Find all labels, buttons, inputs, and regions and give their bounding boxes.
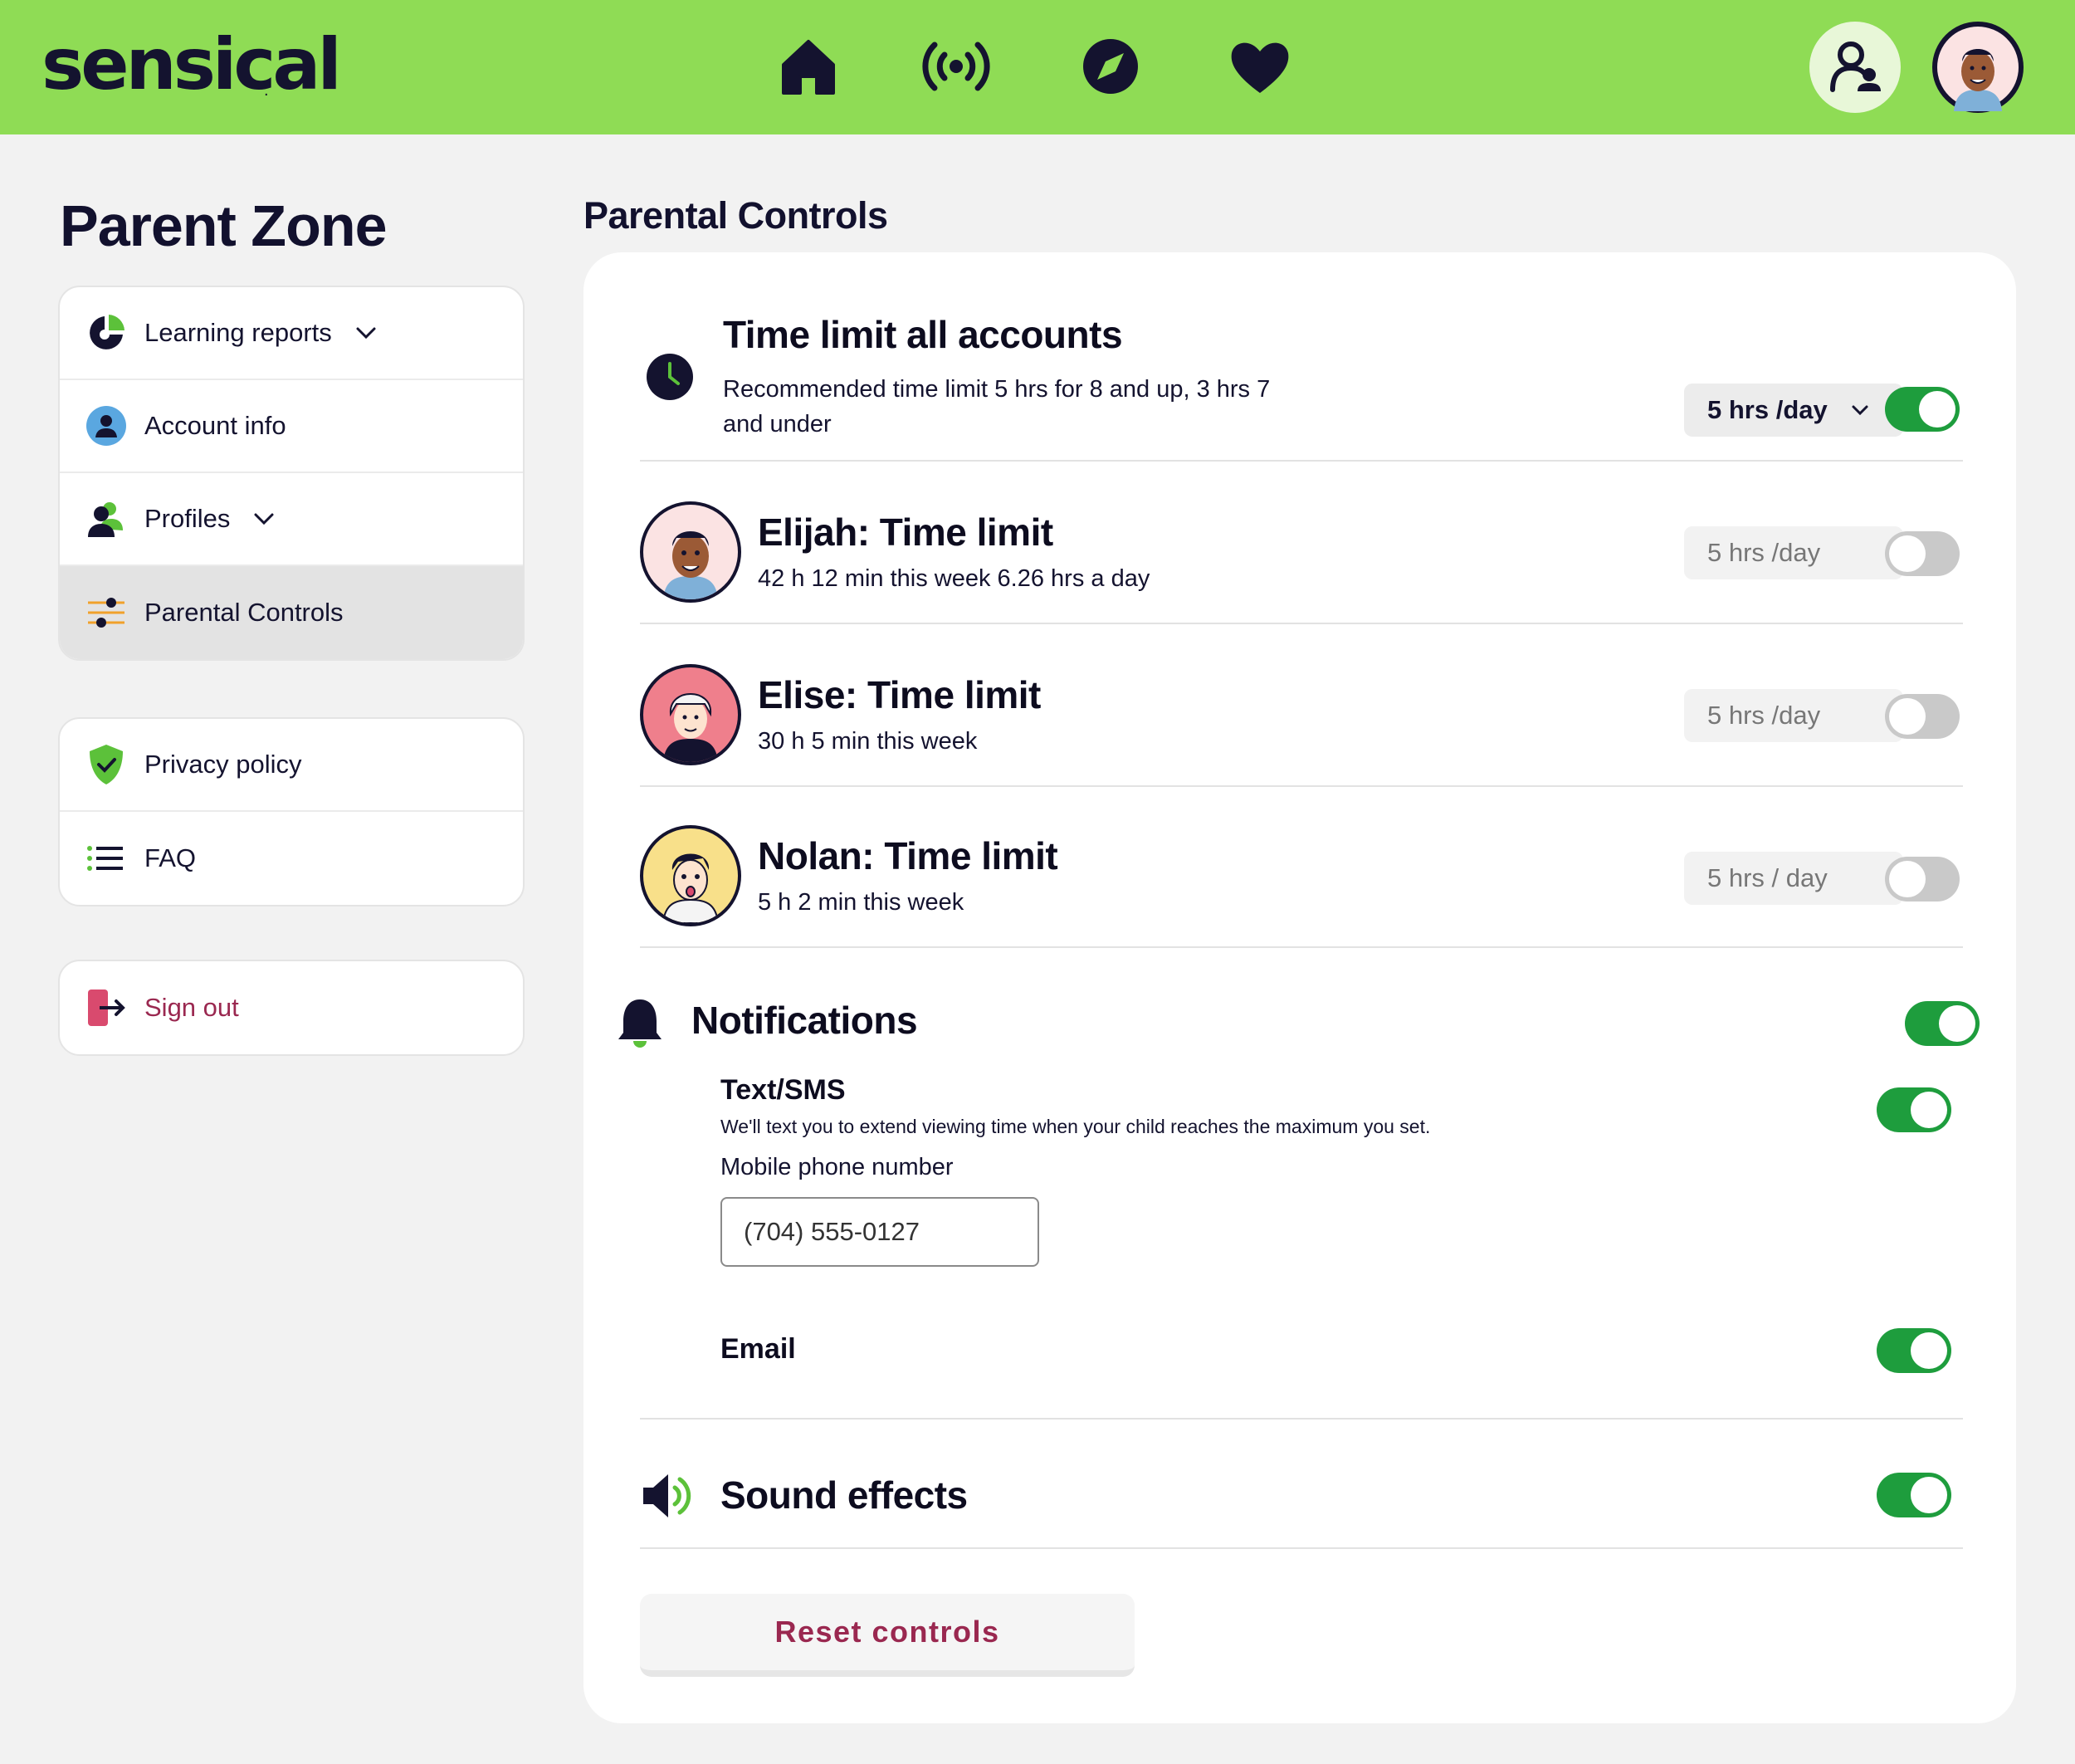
sidebar-item-label: Profiles — [144, 504, 231, 533]
reset-controls-button[interactable]: Reset controls — [640, 1594, 1135, 1677]
elijah-time-limit-toggle[interactable] — [1885, 531, 1960, 576]
page-title: Parental Controls — [583, 194, 888, 237]
nolan-stats: 5 h 2 min this week — [758, 889, 964, 916]
time-limit-all-dropdown[interactable]: 5 hrs /day — [1684, 384, 1903, 437]
divider — [640, 623, 1963, 624]
sidebar-item-label: Parental Controls — [144, 598, 344, 627]
elijah-avatar-icon — [1937, 27, 2019, 111]
chevron-down-icon — [1852, 405, 1868, 416]
profile-row-nolan: Nolan: Time limit 5 h 2 min this week 5 … — [640, 825, 1963, 928]
logo-mark: . — [264, 81, 269, 100]
elise-avatar — [640, 664, 741, 765]
sidebar-item-learning-reports[interactable]: Learning reports — [60, 287, 523, 380]
time-limit-all-row: Time limit all accounts Recommended time… — [640, 305, 1963, 437]
account-icon — [86, 406, 126, 446]
notifications-toggle[interactable] — [1905, 1001, 1980, 1046]
sign-out-label: Sign out — [144, 993, 239, 1022]
elijah-limit-dropdown[interactable]: 5 hrs /day — [1684, 526, 1903, 579]
elijah-avatar-icon — [663, 531, 718, 599]
list-icon — [87, 846, 123, 871]
sidebar-item-privacy-policy[interactable]: Privacy policy — [60, 719, 523, 812]
parental-controls-card: Time limit all accounts Recommended time… — [583, 252, 2016, 1723]
sidebar-item-faq[interactable]: FAQ — [60, 812, 523, 905]
home-icon[interactable] — [777, 35, 840, 98]
nolan-avatar-icon — [662, 853, 720, 923]
sidebar-signout-card: Sign out — [58, 960, 525, 1056]
sliders-icon — [88, 598, 124, 628]
pie-chart-icon — [90, 315, 124, 349]
sound-effects-toggle[interactable] — [1877, 1473, 1951, 1517]
nolan-avatar — [640, 825, 741, 926]
sidebar-item-label: FAQ — [144, 843, 197, 872]
parent-zone-title: Parent Zone — [60, 193, 388, 258]
sidebar-item-parental-controls[interactable]: Parental Controls — [60, 566, 523, 659]
elijah-avatar — [640, 501, 741, 603]
shield-check-icon — [90, 745, 123, 784]
nolan-limit-value: 5 hrs / day — [1707, 863, 1828, 892]
time-limit-all-value: 5 hrs /day — [1707, 395, 1828, 424]
profiles-icon — [88, 502, 123, 537]
sidebar-main-menu: Learning reports Account info Profiles P… — [58, 286, 525, 661]
elise-time-limit-toggle[interactable] — [1885, 694, 1960, 739]
elijah-time-limit-title: Elijah: Time limit — [758, 511, 1053, 554]
elise-avatar-icon — [663, 693, 718, 762]
divider — [640, 785, 1963, 787]
profile-row-elise: Elise: Time limit 30 h 5 min this week 5… — [640, 664, 1963, 767]
time-limit-all-subtitle-2: and under — [723, 411, 832, 437]
sidebar-item-label: Learning reports — [144, 318, 332, 347]
sign-out-button[interactable]: Sign out — [60, 961, 523, 1054]
nolan-time-limit-title: Nolan: Time limit — [758, 834, 1058, 877]
nolan-time-limit-toggle[interactable] — [1885, 857, 1960, 902]
sidebar-secondary-menu: Privacy policy FAQ — [58, 717, 525, 906]
bell-icon — [618, 999, 662, 1048]
divider — [640, 460, 1963, 462]
parent-zone-button[interactable] — [1809, 22, 1901, 113]
sound-effects-title: Sound effects — [720, 1473, 968, 1517]
phone-label: Mobile phone number — [720, 1154, 954, 1180]
speaker-icon — [643, 1474, 691, 1517]
sidebar-item-profiles[interactable]: Profiles — [60, 473, 523, 566]
sidebar-item-label: Privacy policy — [144, 750, 302, 779]
divider — [640, 946, 1963, 948]
time-limit-all-subtitle-1: Recommended time limit 5 hrs for 8 and u… — [723, 376, 1271, 403]
elise-limit-value: 5 hrs /day — [1707, 701, 1821, 730]
elise-time-limit-title: Elise: Time limit — [758, 673, 1041, 716]
sign-out-icon — [88, 990, 125, 1026]
sms-toggle[interactable] — [1877, 1087, 1951, 1132]
notifications-title: Notifications — [691, 999, 918, 1042]
sidebar-item-account-info[interactable]: Account info — [60, 380, 523, 473]
chevron-down-icon[interactable] — [354, 320, 378, 345]
profile-row-elijah: Elijah: Time limit 42 h 12 min this week… — [640, 501, 1963, 604]
elise-stats: 30 h 5 min this week — [758, 728, 978, 755]
parent-child-icon — [1830, 42, 1881, 92]
live-broadcast-icon[interactable] — [921, 35, 991, 98]
chevron-down-icon[interactable] — [251, 506, 276, 531]
divider — [640, 1418, 1963, 1420]
sms-description: We'll text you to extend viewing time wh… — [720, 1116, 1431, 1137]
phone-number-input[interactable]: (704) 555-0127 — [720, 1197, 1039, 1267]
profile-avatar-button[interactable] — [1932, 22, 2024, 113]
email-toggle[interactable] — [1877, 1328, 1951, 1373]
divider — [640, 1547, 1963, 1549]
top-nav-bar: sensical . — [0, 0, 2075, 134]
nolan-limit-dropdown[interactable]: 5 hrs / day — [1684, 852, 1903, 905]
sensical-logo[interactable]: sensical — [42, 23, 342, 106]
elise-limit-dropdown[interactable]: 5 hrs /day — [1684, 689, 1903, 742]
elijah-stats: 42 h 12 min this week 6.26 hrs a day — [758, 565, 1150, 592]
clock-icon — [647, 354, 693, 400]
heart-icon[interactable] — [1227, 35, 1293, 98]
compass-icon[interactable] — [1079, 35, 1142, 98]
email-label: Email — [720, 1333, 796, 1365]
elijah-limit-value: 5 hrs /day — [1707, 538, 1821, 567]
sidebar-item-label: Account info — [144, 411, 286, 440]
sms-title: Text/SMS — [720, 1074, 846, 1106]
time-limit-all-title: Time limit all accounts — [723, 313, 1123, 356]
time-limit-all-toggle[interactable] — [1885, 387, 1960, 432]
